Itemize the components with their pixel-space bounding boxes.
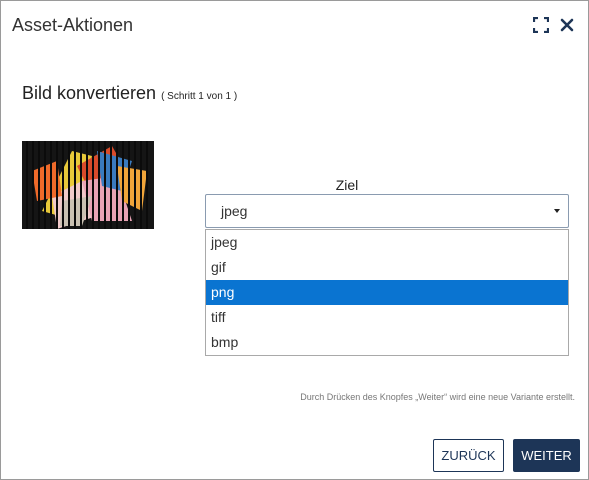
dialog-title: Asset-Aktionen: [12, 15, 134, 35]
step-title: Bild konvertieren: [22, 83, 157, 103]
close-icon[interactable]: [558, 16, 576, 34]
target-format-select[interactable]: jpeg: [205, 194, 569, 228]
target-format-label: Ziel: [335, 177, 359, 193]
format-option-jpeg[interactable]: jpeg: [206, 230, 568, 255]
format-option-gif[interactable]: gif: [206, 255, 568, 280]
format-option-png[interactable]: png: [206, 280, 568, 305]
asset-thumbnail: [22, 141, 154, 229]
fullscreen-icon[interactable]: [532, 16, 550, 34]
back-button[interactable]: ZURÜCK: [433, 439, 504, 472]
format-option-bmp[interactable]: bmp: [206, 330, 568, 355]
chevron-down-icon: [554, 209, 560, 213]
format-option-tiff[interactable]: tiff: [206, 305, 568, 330]
dialog-header-actions: [532, 16, 576, 34]
step-counter: ( Schritt 1 von 1 ): [161, 91, 238, 102]
step-heading: Bild konvertieren ( Schritt 1 von 1 ): [22, 83, 237, 104]
hint-text: Durch Drücken des Knopfes „Weiter“ wird …: [300, 392, 575, 402]
target-format-value: jpeg: [221, 203, 248, 219]
asset-actions-dialog: Asset-Aktionen Bild konvertieren ( Schri…: [0, 0, 589, 480]
target-format-dropdown: jpeg gif png tiff bmp: [205, 229, 569, 356]
next-button[interactable]: WEITER: [513, 439, 580, 472]
